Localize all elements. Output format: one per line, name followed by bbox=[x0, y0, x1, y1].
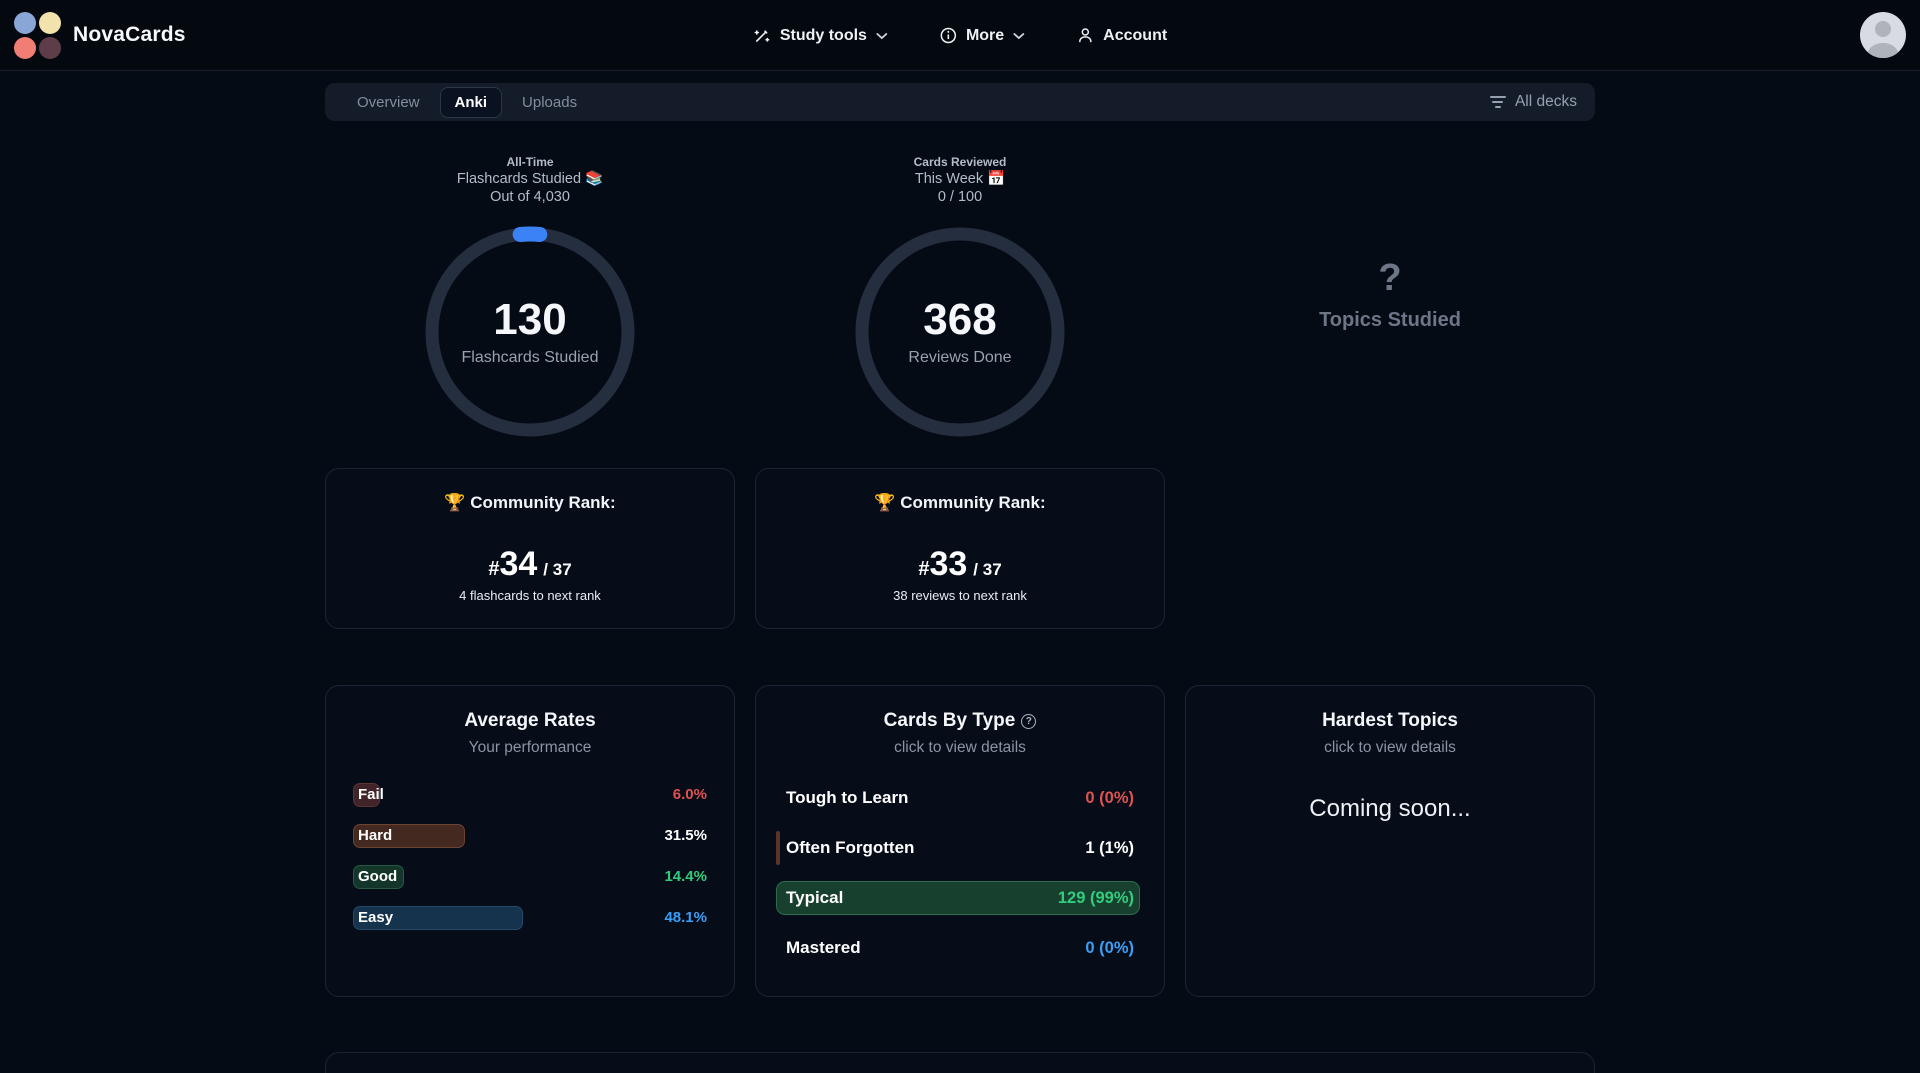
filter-icon bbox=[1490, 93, 1506, 111]
novacards-logo-icon bbox=[14, 12, 61, 59]
avatar[interactable] bbox=[1860, 12, 1906, 58]
type-row-mastered: Mastered 0 (0%) bbox=[776, 931, 1144, 965]
ring-header-line1: All-Time bbox=[457, 155, 603, 170]
rank-section: 🏆 Community Rank: #34/ 37 4 flashcards t… bbox=[325, 468, 1595, 629]
brand[interactable]: NovaCards bbox=[14, 12, 186, 59]
tab-uploads[interactable]: Uploads bbox=[508, 88, 591, 117]
rings-section: All-Time Flashcards Studied 📚 Out of 4,0… bbox=[325, 155, 1595, 444]
reviews-done-value: 368 bbox=[923, 298, 996, 342]
nav-account-label: Account bbox=[1103, 27, 1167, 45]
help-icon: ? bbox=[1021, 714, 1036, 729]
tab-bar: Overview Anki Uploads All decks bbox=[325, 83, 1595, 121]
question-mark-icon: ? bbox=[1378, 259, 1401, 297]
brand-name: NovaCards bbox=[73, 23, 186, 47]
nav-account[interactable]: Account bbox=[1077, 27, 1167, 45]
deck-filter-label: All decks bbox=[1515, 93, 1577, 111]
rate-row-fail: Fail 6.0% bbox=[353, 783, 707, 807]
reviews-ring-header: Cards Reviewed This Week 📅 0 / 100 bbox=[914, 155, 1007, 206]
type-row-often-forgotten: Often Forgotten 1 (1%) bbox=[776, 831, 1144, 865]
cards-by-type-title: Cards By Type? bbox=[783, 710, 1137, 732]
rank-value: #34/ 37 bbox=[346, 545, 714, 584]
rate-row-easy: Easy 48.1% bbox=[353, 906, 707, 930]
ring-header-line3: 0 / 100 bbox=[914, 188, 1007, 206]
bottom-card: Copy NIDs bbox=[325, 1052, 1595, 1073]
hardest-topics-title: Hardest Topics bbox=[1213, 710, 1567, 732]
nav-study-tools[interactable]: Study tools bbox=[753, 27, 888, 45]
tab-anki[interactable]: Anki bbox=[440, 87, 503, 118]
rate-row-good: Good 14.4% bbox=[353, 865, 707, 889]
trophy-icon: 🏆 bbox=[444, 493, 465, 512]
nav-study-tools-label: Study tools bbox=[780, 27, 867, 45]
main-nav: Study tools More bbox=[753, 0, 1167, 71]
cards-by-type-subtitle: click to view details bbox=[783, 739, 1137, 757]
flashcards-studied-label: Flashcards Studied bbox=[462, 349, 599, 367]
topics-studied-label: Topics Studied bbox=[1319, 309, 1461, 332]
rank-hint: 4 flashcards to next rank bbox=[346, 588, 714, 603]
stats-section: Average Rates Your performance Fail 6.0%… bbox=[325, 685, 1595, 997]
type-row-typical: Typical 129 (99%) bbox=[776, 881, 1144, 915]
tab-overview[interactable]: Overview bbox=[343, 88, 434, 117]
hardest-topics-card[interactable]: Hardest Topics click to view details Com… bbox=[1185, 685, 1595, 997]
flashcards-ring-cell: All-Time Flashcards Studied 📚 Out of 4,0… bbox=[325, 155, 735, 444]
reviews-rank-card: 🏆 Community Rank: #33/ 37 38 reviews to … bbox=[755, 468, 1165, 629]
wand-icon bbox=[753, 27, 771, 45]
chevron-down-icon bbox=[876, 32, 888, 40]
navbar: NovaCards Study tools Mo bbox=[0, 0, 1920, 71]
topics-studied-placeholder: ? Topics Studied bbox=[1185, 155, 1595, 444]
hardest-topics-subtitle: click to view details bbox=[1213, 739, 1567, 757]
type-rows: Tough to Learn 0 (0%) Often Forgotten 1 … bbox=[776, 781, 1144, 965]
ring-header-line3: Out of 4,030 bbox=[457, 188, 603, 206]
flashcards-ring-header: All-Time Flashcards Studied 📚 Out of 4,0… bbox=[457, 155, 603, 206]
rank-title: 🏆 Community Rank: bbox=[776, 493, 1144, 513]
average-rates-subtitle: Your performance bbox=[353, 739, 707, 757]
rate-row-hard: Hard 31.5% bbox=[353, 824, 707, 848]
rank-empty-cell bbox=[1185, 468, 1595, 629]
coming-soon-text: Coming soon... bbox=[1213, 795, 1567, 823]
rank-hint: 38 reviews to next rank bbox=[776, 588, 1144, 603]
info-icon bbox=[940, 27, 957, 44]
type-row-tough-to-learn: Tough to Learn 0 (0%) bbox=[776, 781, 1144, 815]
rank-title: 🏆 Community Rank: bbox=[346, 493, 714, 513]
flashcards-progress-ring: 130 Flashcards Studied bbox=[418, 220, 642, 444]
person-icon bbox=[1077, 27, 1094, 44]
reviews-done-label: Reviews Done bbox=[908, 349, 1011, 367]
average-rates-card: Average Rates Your performance Fail 6.0%… bbox=[325, 685, 735, 997]
flashcards-rank-card: 🏆 Community Rank: #34/ 37 4 flashcards t… bbox=[325, 468, 735, 629]
chevron-down-icon bbox=[1013, 32, 1025, 40]
nav-more[interactable]: More bbox=[940, 27, 1025, 45]
trophy-icon: 🏆 bbox=[874, 493, 895, 512]
flashcards-studied-value: 130 bbox=[493, 298, 566, 342]
reviews-progress-ring: 368 Reviews Done bbox=[848, 220, 1072, 444]
deck-filter[interactable]: All decks bbox=[1490, 93, 1577, 111]
cards-by-type-card[interactable]: Cards By Type? click to view details Tou… bbox=[755, 685, 1165, 997]
nav-more-label: More bbox=[966, 27, 1004, 45]
ring-header-line2: Flashcards Studied 📚 bbox=[457, 170, 603, 188]
ring-header-line1: Cards Reviewed bbox=[914, 155, 1007, 170]
rank-value: #33/ 37 bbox=[776, 545, 1144, 584]
ring-header-line2: This Week 📅 bbox=[914, 170, 1007, 188]
average-rates-title: Average Rates bbox=[353, 710, 707, 732]
rate-rows: Fail 6.0% Hard 31.5% Good 14.4% Easy 48.… bbox=[353, 783, 707, 930]
reviews-ring-cell: Cards Reviewed This Week 📅 0 / 100 368 R… bbox=[755, 155, 1165, 444]
